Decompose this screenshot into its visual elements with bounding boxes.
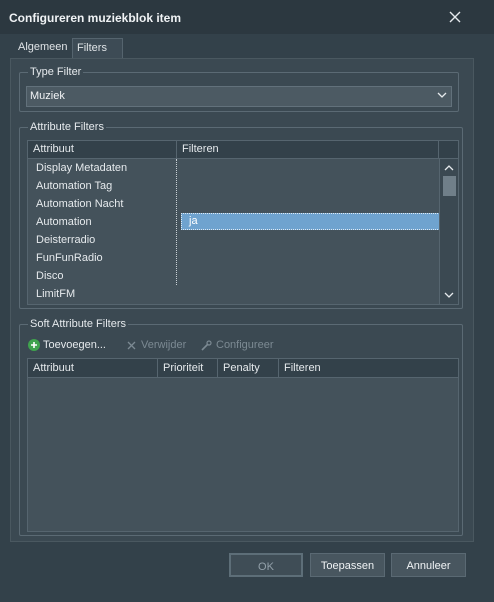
filter-cell[interactable] bbox=[181, 231, 440, 248]
filter-cell[interactable] bbox=[181, 195, 440, 212]
filter-cell[interactable] bbox=[181, 177, 440, 194]
cancel-button[interactable]: Annuleer bbox=[391, 553, 466, 577]
dialog-title: Configureren muziekblok item bbox=[9, 11, 182, 25]
configure-button[interactable]: Configureer bbox=[201, 336, 281, 354]
table-row[interactable]: Automation Nacht bbox=[28, 195, 440, 213]
chevron-down-icon[interactable] bbox=[444, 290, 454, 300]
type-filter-select[interactable]: Muziek bbox=[26, 86, 452, 107]
table-row[interactable]: FunFunRadio bbox=[28, 249, 440, 267]
filter-cell[interactable] bbox=[181, 285, 440, 302]
filter-cell[interactable]: ja bbox=[181, 213, 440, 230]
vertical-scrollbar[interactable] bbox=[439, 159, 458, 304]
attribute-cell: Automation Nacht bbox=[36, 198, 124, 210]
column-header-penalty[interactable]: Penalty bbox=[218, 359, 279, 377]
column-header-attribuut[interactable]: Attribuut bbox=[28, 141, 177, 158]
table-header: Attribuut Prioriteit Penalty Filteren bbox=[28, 359, 458, 378]
attribute-cell: Display Metadaten bbox=[36, 162, 128, 174]
column-header-prioriteit[interactable]: Prioriteit bbox=[158, 359, 218, 377]
attribute-cell: Automation bbox=[36, 216, 92, 228]
soft-filters-table: Attribuut Prioriteit Penalty Filteren bbox=[27, 358, 459, 532]
chevron-down-icon bbox=[437, 92, 447, 98]
table-row[interactable]: Automation Tag bbox=[28, 177, 440, 195]
ok-button[interactable]: OK bbox=[229, 553, 303, 577]
soft-attribute-filters-title: Soft Attribute Filters bbox=[28, 318, 128, 330]
filter-cell[interactable] bbox=[181, 249, 440, 266]
type-filter-group: Type Filter Muziek bbox=[19, 66, 459, 112]
tab-filters[interactable]: Filters bbox=[72, 38, 123, 58]
title-bar: Configureren muziekblok item bbox=[0, 0, 494, 34]
attribute-cell: Automation Tag bbox=[36, 180, 113, 192]
attribute-filters-group: Attribute Filters Attribuut Filteren Dis… bbox=[19, 121, 463, 309]
remove-button-label: Verwijder bbox=[141, 339, 187, 351]
column-header-filteren[interactable]: Filteren bbox=[279, 359, 458, 377]
remove-button[interactable]: Verwijder bbox=[126, 336, 192, 354]
chevron-up-icon[interactable] bbox=[444, 163, 454, 173]
dialog-window: Configureren muziekblok item Algemeen Fi… bbox=[0, 0, 494, 602]
attribute-cell: LimitFM bbox=[36, 288, 76, 300]
column-header-attribuut[interactable]: Attribuut bbox=[28, 359, 158, 377]
filter-cell[interactable] bbox=[181, 267, 440, 284]
attribute-filters-title: Attribute Filters bbox=[28, 121, 106, 133]
type-filter-title: Type Filter bbox=[28, 66, 84, 78]
scrollbar-thumb[interactable] bbox=[443, 176, 456, 196]
add-button-label: Toevoegen... bbox=[43, 339, 106, 351]
table-row-selected[interactable]: Automation ja bbox=[28, 213, 440, 231]
add-button[interactable]: Toevoegen... bbox=[28, 336, 118, 354]
attribute-cell: Deisterradio bbox=[36, 234, 96, 246]
table-row[interactable]: Display Metadaten bbox=[28, 159, 440, 177]
close-icon bbox=[127, 341, 136, 350]
tab-algemeen[interactable]: Algemeen bbox=[14, 38, 76, 57]
filters-panel: Type Filter Muziek Attribute Filters Att… bbox=[10, 58, 474, 542]
attribute-filters-table: Attribuut Filteren Display Metadaten Aut… bbox=[27, 140, 459, 305]
filter-cell[interactable] bbox=[181, 159, 440, 176]
column-header-filteren[interactable]: Filteren bbox=[177, 141, 439, 158]
type-filter-value: Muziek bbox=[30, 90, 65, 102]
plus-circle-icon bbox=[28, 339, 40, 351]
attribute-cell: FunFunRadio bbox=[36, 252, 103, 264]
apply-button[interactable]: Toepassen bbox=[310, 553, 385, 577]
table-row[interactable]: Disco bbox=[28, 267, 440, 285]
table-header: Attribuut Filteren bbox=[28, 141, 458, 159]
table-row[interactable]: LimitFM bbox=[28, 285, 440, 303]
table-row[interactable]: Deisterradio bbox=[28, 231, 440, 249]
close-icon[interactable] bbox=[444, 6, 466, 28]
attribute-cell: Disco bbox=[36, 270, 64, 282]
configure-button-label: Configureer bbox=[216, 339, 274, 351]
soft-attribute-filters-group: Soft Attribute Filters Toevoegen... Verw… bbox=[19, 318, 463, 536]
wrench-icon bbox=[201, 340, 212, 351]
